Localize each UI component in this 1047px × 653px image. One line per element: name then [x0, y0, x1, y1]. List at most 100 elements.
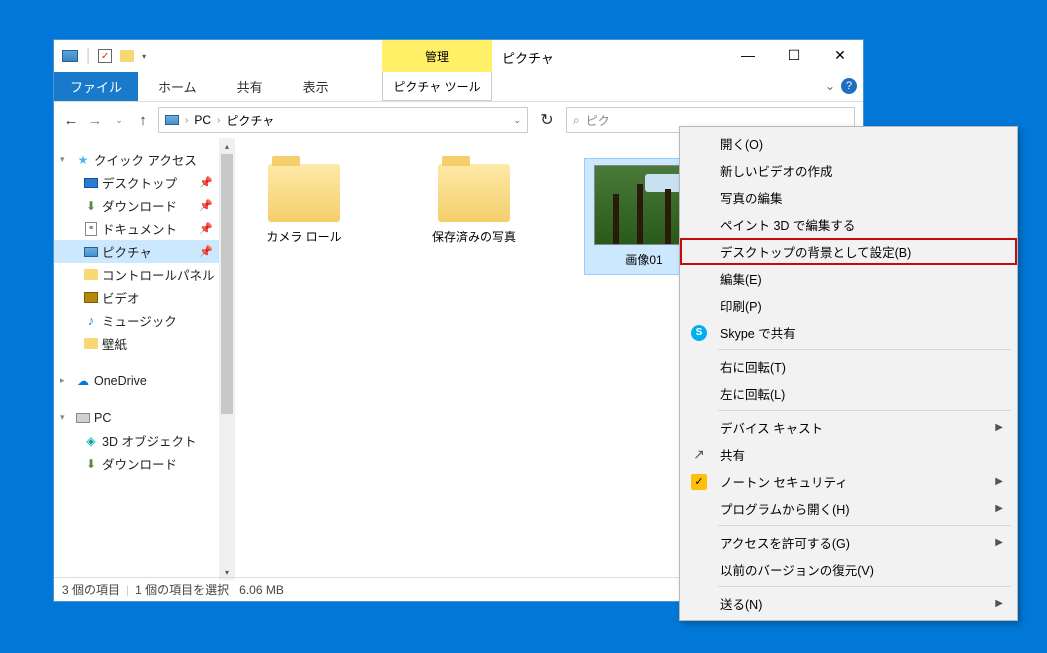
scroll-up-icon[interactable]: ▴: [219, 138, 235, 154]
ribbon-tabs: ファイル ホーム 共有 表示 ピクチャ ツール ⌄ ?: [54, 72, 863, 102]
file-tab[interactable]: ファイル: [54, 72, 138, 101]
onedrive-icon: ☁: [74, 374, 92, 388]
nav-label: 3D オブジェクト: [102, 431, 196, 450]
expand-icon[interactable]: ▾: [60, 412, 72, 423]
up-button[interactable]: ↑: [134, 112, 152, 129]
nav-label: OneDrive: [94, 374, 147, 388]
recent-dropdown-icon[interactable]: ⌄: [110, 115, 128, 126]
skype-icon: S: [690, 324, 708, 342]
folder-saved-photos[interactable]: 保存済みの写真: [414, 158, 534, 251]
ctx-open[interactable]: 開く(O): [680, 130, 1017, 157]
maximize-button[interactable]: ☐: [771, 40, 817, 70]
ctx-separator: [718, 410, 1011, 411]
nav-label: ビデオ: [102, 288, 140, 307]
close-button[interactable]: ✕: [817, 40, 863, 70]
help-icon[interactable]: ?: [841, 78, 857, 94]
ctx-edit[interactable]: 編集(E): [680, 265, 1017, 292]
context-menu: 開く(O) 新しいビデオの作成 写真の編集 ペイント 3D で編集する デスクト…: [679, 126, 1018, 621]
ctx-separator: [718, 349, 1011, 350]
ctx-set-desktop-background[interactable]: デスクトップの背景として設定(B): [680, 238, 1017, 265]
status-separator: |: [126, 583, 129, 597]
folder-icon: [438, 164, 510, 222]
submenu-arrow-icon: ▶: [995, 476, 1003, 487]
item-label: カメラ ロール: [266, 228, 341, 245]
ribbon-collapse-icon[interactable]: ⌄: [825, 79, 835, 93]
tab-picture-tools[interactable]: ピクチャ ツール: [382, 72, 492, 101]
refresh-button[interactable]: ↻: [534, 107, 560, 133]
tab-home[interactable]: ホーム: [138, 72, 217, 101]
norton-icon: ✓: [690, 473, 708, 491]
pin-icon: 📌: [199, 199, 213, 212]
nav-label: PC: [94, 411, 111, 425]
folder-camera-roll[interactable]: カメラ ロール: [244, 158, 364, 251]
cube-icon: ◈: [82, 434, 100, 448]
star-icon: ★: [74, 153, 92, 167]
ctx-send-to[interactable]: 送る(N)▶: [680, 590, 1017, 617]
breadcrumb[interactable]: › PC › ピクチャ ⌄: [158, 107, 528, 133]
submenu-arrow-icon: ▶: [995, 537, 1003, 548]
qat-separator: |: [86, 47, 90, 65]
minimize-button[interactable]: —: [725, 40, 771, 70]
folder-icon: [82, 269, 100, 280]
download-icon: ⬇: [82, 457, 100, 471]
nav-label: ピクチャ: [102, 242, 152, 261]
address-dropdown-icon[interactable]: ⌄: [513, 115, 521, 126]
nav-music[interactable]: ♪ ミュージック: [54, 309, 235, 332]
ctx-rotate-left[interactable]: 左に回転(L): [680, 380, 1017, 407]
forward-button[interactable]: →: [86, 112, 104, 129]
new-folder-icon[interactable]: [120, 50, 134, 62]
nav-videos[interactable]: ビデオ: [54, 286, 235, 309]
expand-icon[interactable]: ▸: [60, 375, 72, 386]
nav-wallpaper[interactable]: 壁紙: [54, 332, 235, 355]
nav-pc[interactable]: ▾ PC: [54, 406, 235, 429]
breadcrumb-pc[interactable]: PC: [194, 113, 211, 127]
nav-desktop[interactable]: デスクトップ 📌: [54, 171, 235, 194]
properties-icon[interactable]: ✓: [98, 49, 112, 63]
tab-view[interactable]: 表示: [283, 72, 349, 101]
nav-quick-access[interactable]: ▾ ★ クイック アクセス: [54, 148, 235, 171]
nav-downloads[interactable]: ⬇ ダウンロード 📌: [54, 194, 235, 217]
breadcrumb-sep-icon: ›: [215, 115, 222, 126]
ctx-skype-share[interactable]: S Skype で共有: [680, 319, 1017, 346]
nav-label: デスクトップ: [102, 173, 177, 192]
nav-pictures[interactable]: ピクチャ 📌: [54, 240, 235, 263]
ctx-new-video[interactable]: 新しいビデオの作成: [680, 157, 1017, 184]
item-label: 保存済みの写真: [432, 228, 516, 245]
pin-icon: 📌: [199, 176, 213, 189]
qat-dropdown-icon[interactable]: ▾: [142, 52, 146, 61]
tab-share[interactable]: 共有: [217, 72, 283, 101]
document-icon: ≡: [82, 222, 100, 236]
back-button[interactable]: ←: [62, 112, 80, 129]
nav-control-panel[interactable]: コントロールパネル: [54, 263, 235, 286]
picture-icon: [82, 247, 100, 257]
ctx-paint3d[interactable]: ペイント 3D で編集する: [680, 211, 1017, 238]
ctx-cast-device[interactable]: デバイス キャスト▶: [680, 414, 1017, 441]
folder-icon: [82, 338, 100, 349]
nav-scrollbar[interactable]: ▴ ▾: [219, 138, 235, 580]
desktop-icon: [82, 178, 100, 188]
nav-label: ダウンロード: [102, 196, 177, 215]
ctx-print[interactable]: 印刷(P): [680, 292, 1017, 319]
breadcrumb-sep-icon: ›: [183, 115, 190, 126]
nav-label: コントロールパネル: [102, 265, 215, 284]
ctx-rotate-right[interactable]: 右に回転(T): [680, 353, 1017, 380]
nav-onedrive[interactable]: ▸ ☁ OneDrive: [54, 369, 235, 392]
ctx-give-access[interactable]: アクセスを許可する(G)▶: [680, 529, 1017, 556]
item-label: 画像01: [625, 251, 662, 268]
nav-downloads-pc[interactable]: ⬇ ダウンロード: [54, 452, 235, 475]
contextual-tab-manage[interactable]: 管理: [382, 40, 492, 72]
folder-icon: [268, 164, 340, 222]
nav-3d-objects[interactable]: ◈ 3D オブジェクト: [54, 429, 235, 452]
ctx-edit-photo[interactable]: 写真の編集: [680, 184, 1017, 211]
ctx-norton[interactable]: ✓ ノートン セキュリティ▶: [680, 468, 1017, 495]
ctx-share[interactable]: ↗ 共有: [680, 441, 1017, 468]
ctx-open-with[interactable]: プログラムから開く(H)▶: [680, 495, 1017, 522]
scroll-thumb[interactable]: [221, 154, 233, 414]
expand-icon[interactable]: ▾: [60, 154, 72, 165]
status-selection: 1 個の項目を選択: [135, 581, 229, 598]
nav-documents[interactable]: ≡ ドキュメント 📌: [54, 217, 235, 240]
submenu-arrow-icon: ▶: [995, 503, 1003, 514]
breadcrumb-pictures[interactable]: ピクチャ: [226, 112, 274, 129]
ctx-previous-versions[interactable]: 以前のバージョンの復元(V): [680, 556, 1017, 583]
window-controls: — ☐ ✕: [725, 40, 863, 70]
